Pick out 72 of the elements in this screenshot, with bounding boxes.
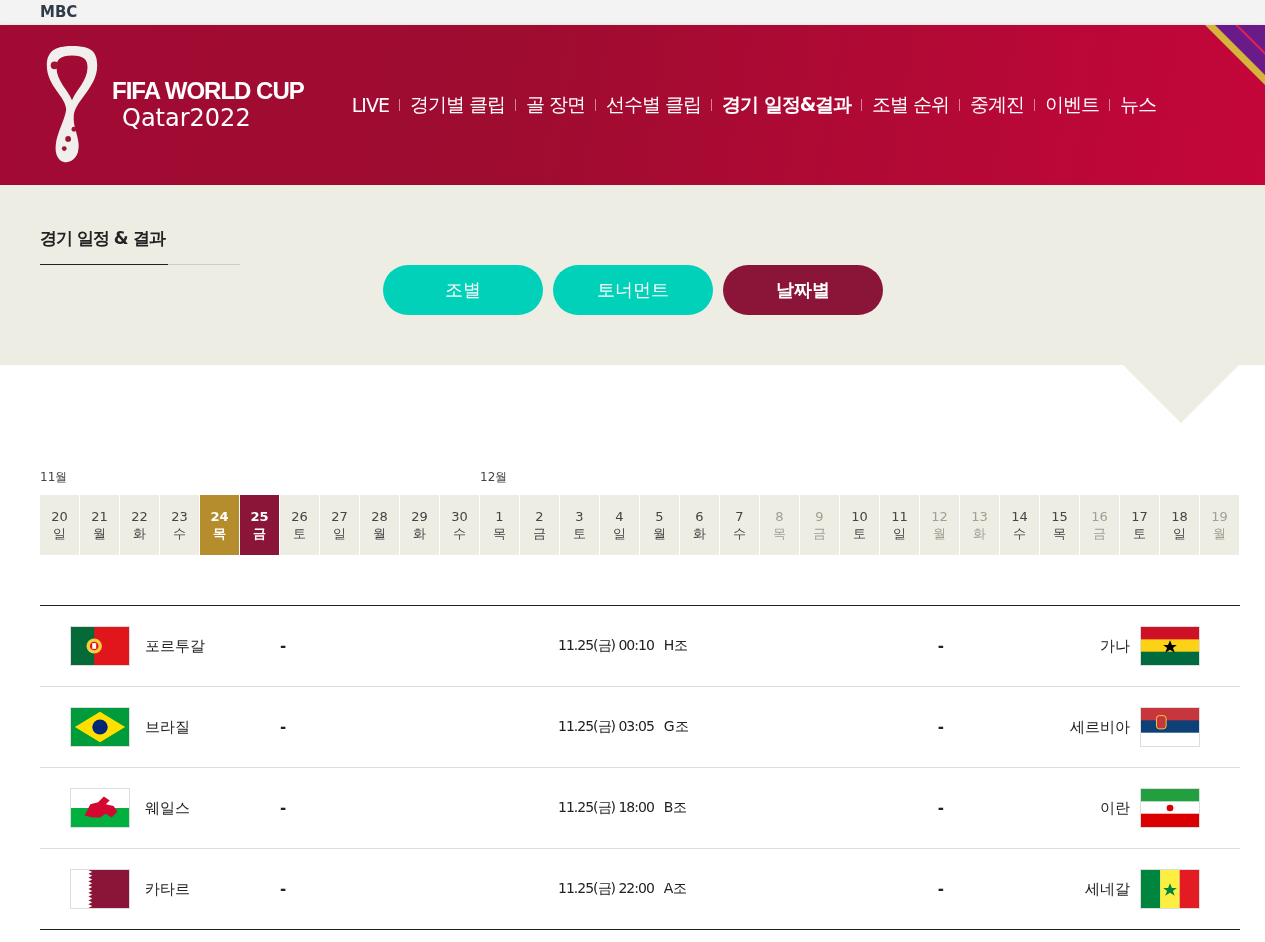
team-name: 카타르 xyxy=(145,879,191,899)
date-button[interactable]: 2 금 xyxy=(520,495,559,555)
group-label: A조 xyxy=(663,880,689,898)
flag-icon xyxy=(1140,869,1200,909)
flag-icon xyxy=(1140,626,1200,666)
date-button[interactable]: 23 수 xyxy=(160,495,199,555)
score: - xyxy=(937,718,946,736)
date-button[interactable]: 25 금 xyxy=(240,495,279,555)
flag-icon xyxy=(1140,707,1200,747)
group-label: B조 xyxy=(663,799,689,817)
date-button[interactable]: 15 목 xyxy=(1040,495,1079,555)
date-button[interactable]: 29 화 xyxy=(400,495,439,555)
nav-link[interactable]: LIVE xyxy=(351,94,389,116)
nav-link[interactable]: 중계진 xyxy=(970,92,1025,118)
flag-icon xyxy=(70,707,130,747)
date-button[interactable]: 17 토 xyxy=(1120,495,1159,555)
nav-link[interactable]: 경기별 클립 xyxy=(409,92,505,118)
date-button[interactable]: 7 수 xyxy=(720,495,759,555)
score: - xyxy=(280,718,288,736)
logo-subtitle: Qatar2022 xyxy=(121,104,252,132)
team-name: 가나 xyxy=(1099,636,1130,656)
date-button[interactable]: 14 수 xyxy=(1000,495,1039,555)
date-button[interactable]: 27 일 xyxy=(320,495,359,555)
stripe-decoration xyxy=(1205,25,1265,85)
date-button[interactable]: 4 일 xyxy=(600,495,639,555)
team-name: 웨일스 xyxy=(145,798,191,818)
section-title: 경기 일정 & 결과 xyxy=(40,227,167,250)
nav-link[interactable]: 선수별 클립 xyxy=(606,92,702,118)
month-label: 11월 xyxy=(40,470,68,484)
match-time: 11.25(금) 03:05 xyxy=(558,718,654,736)
flag-icon xyxy=(1140,788,1200,828)
team-name: 포르투갈 xyxy=(145,636,206,656)
nav-link[interactable]: 골 장면 xyxy=(526,92,586,118)
flag-icon xyxy=(70,869,130,909)
nav-link[interactable]: 이벤트 xyxy=(1045,92,1100,118)
match-time: 11.25(금) 18:00 xyxy=(558,799,654,817)
team-name: 브라질 xyxy=(145,717,191,737)
group-label: H조 xyxy=(663,637,690,655)
date-button[interactable]: 20 일 xyxy=(40,495,79,555)
score: - xyxy=(937,880,946,898)
date-button[interactable]: 18 일 xyxy=(1160,495,1199,555)
score: - xyxy=(280,880,288,898)
score: - xyxy=(280,799,288,817)
date-button[interactable]: 26 토 xyxy=(280,495,319,555)
group-label: G조 xyxy=(663,718,690,736)
date-button[interactable]: 11 일 xyxy=(880,495,919,555)
match-time: 11.25(금) 00:10 xyxy=(558,637,654,655)
score: - xyxy=(937,799,946,817)
flag-icon xyxy=(70,788,130,828)
match-time: 11.25(금) 22:00 xyxy=(558,880,654,898)
score: - xyxy=(280,637,288,655)
date-button[interactable]: 21 월 xyxy=(80,495,119,555)
logo-title: FIFA WORLD CUP xyxy=(112,78,304,104)
nav-link[interactable]: 조별 순위 xyxy=(872,92,950,118)
team-name: 이란 xyxy=(1099,798,1130,818)
flag-icon xyxy=(70,626,130,666)
mbc-logo[interactable]: MBC xyxy=(40,5,78,20)
date-button[interactable]: 28 월 xyxy=(360,495,399,555)
nav-link[interactable]: 경기 일정&결과 xyxy=(722,92,852,118)
date-button[interactable]: 1 목 xyxy=(480,495,519,555)
score: - xyxy=(937,637,946,655)
date-button[interactable]: 10 토 xyxy=(840,495,879,555)
date-button[interactable]: 30 수 xyxy=(440,495,479,555)
tab[interactable]: 날짜별 xyxy=(722,265,883,315)
team-name: 세네갈 xyxy=(1084,879,1130,899)
nav-link[interactable]: 뉴스 xyxy=(1120,92,1157,118)
date-button[interactable]: 22 화 xyxy=(120,495,159,555)
date-button[interactable]: 3 토 xyxy=(560,495,599,555)
date-button[interactable]: 6 화 xyxy=(680,495,719,555)
team-name: 세르비아 xyxy=(1069,717,1130,737)
month-label: 12월 xyxy=(480,470,508,484)
date-button[interactable]: 5 월 xyxy=(640,495,679,555)
